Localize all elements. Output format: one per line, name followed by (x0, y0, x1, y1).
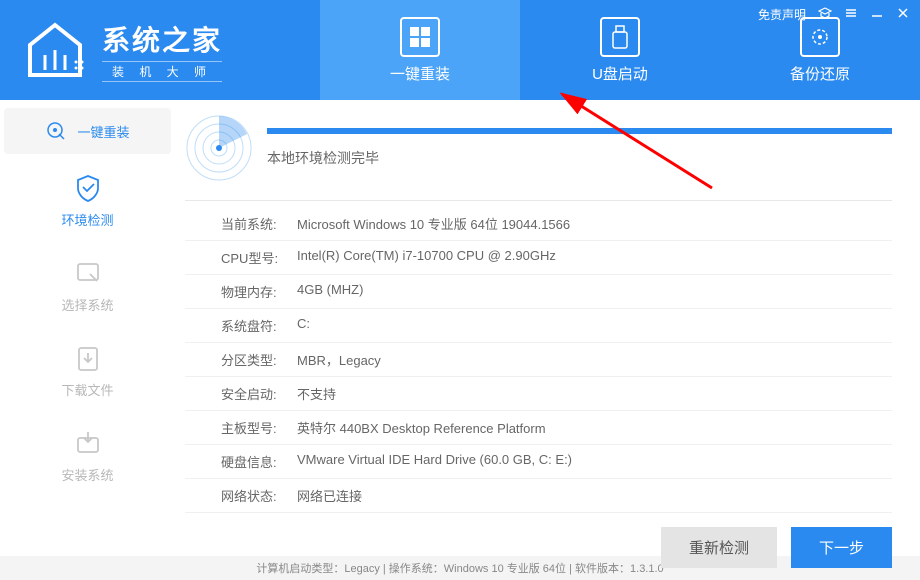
next-button[interactable]: 下一步 (791, 527, 892, 568)
main-content: 本地环境检测完毕 当前系统:Microsoft Windows 10 专业版 6… (175, 100, 920, 556)
sidebar-label: 安装系统 (61, 465, 113, 484)
sidebar-label: 一键重装 (77, 122, 129, 141)
info-label: 主板型号: (221, 418, 297, 437)
sidebar-item-detect[interactable]: 环境检测 (0, 158, 175, 243)
radar-icon (185, 114, 253, 182)
info-label: 网络状态: (221, 486, 297, 505)
window-controls: 免责声明 (758, 6, 910, 23)
info-row-memory: 物理内存:4GB (MHZ) (185, 275, 892, 309)
progress-bar (267, 128, 892, 134)
sidebar-item-install[interactable]: 一键重装 (4, 108, 171, 154)
sidebar-item-install-system[interactable]: 安装系统 (0, 413, 175, 498)
info-value: 4GB (MHZ) (297, 282, 363, 301)
usb-icon (600, 17, 640, 57)
menu-icon[interactable] (844, 6, 858, 23)
info-row-disk: 硬盘信息:VMware Virtual IDE Hard Drive (60.0… (185, 445, 892, 479)
download-icon (72, 342, 104, 374)
info-row-secureboot: 安全启动:不支持 (185, 377, 892, 411)
divider (185, 200, 892, 201)
info-label: 硬盘信息: (221, 452, 297, 471)
sidebar-label: 环境检测 (61, 210, 113, 229)
info-row-network: 网络状态:网络已连接 (185, 479, 892, 513)
target-icon (45, 120, 67, 142)
info-label: 安全启动: (221, 384, 297, 403)
info-row-os: 当前系统:Microsoft Windows 10 专业版 64位 19044.… (185, 207, 892, 241)
tab-usb-boot[interactable]: U盘启动 (520, 0, 720, 100)
info-value: 不支持 (297, 384, 336, 403)
info-row-partition: 分区类型:MBR，Legacy (185, 343, 892, 377)
sidebar: 一键重装 环境检测 选择系统 下载文件 安装系统 (0, 100, 175, 556)
shield-check-icon (72, 172, 104, 204)
sidebar-item-download[interactable]: 下载文件 (0, 328, 175, 413)
info-label: 物理内存: (221, 282, 297, 301)
info-row-drive: 系统盘符:C: (185, 309, 892, 343)
logo-icon (20, 20, 90, 80)
info-label: 当前系统: (221, 214, 297, 233)
logo-subtitle: 装 机 大 师 (102, 61, 222, 82)
minimize-icon[interactable] (870, 6, 884, 23)
graduation-icon[interactable] (818, 6, 832, 23)
install-icon (72, 427, 104, 459)
info-row-motherboard: 主板型号:英特尔 440BX Desktop Reference Platfor… (185, 411, 892, 445)
info-value: VMware Virtual IDE Hard Drive (60.0 GB, … (297, 452, 572, 471)
windows-icon (400, 17, 440, 57)
logo-section: 系统之家 装 机 大 师 (0, 19, 320, 82)
detect-title: 本地环境检测完毕 (267, 148, 892, 168)
sidebar-item-select[interactable]: 选择系统 (0, 243, 175, 328)
logo-title: 系统之家 (102, 19, 222, 59)
sidebar-label: 选择系统 (61, 295, 113, 314)
info-value: Intel(R) Core(TM) i7-10700 CPU @ 2.90GHz (297, 248, 556, 267)
select-icon (72, 257, 104, 289)
header: 系统之家 装 机 大 师 一键重装 U盘启动 备份还原 免责声明 (0, 0, 920, 100)
info-value: C: (297, 316, 310, 335)
disclaimer-link[interactable]: 免责声明 (758, 6, 806, 23)
tab-label: 备份还原 (790, 63, 850, 84)
info-row-cpu: CPU型号:Intel(R) Core(TM) i7-10700 CPU @ 2… (185, 241, 892, 275)
info-value: 网络已连接 (297, 486, 362, 505)
close-icon[interactable] (896, 6, 910, 23)
recheck-button[interactable]: 重新检测 (661, 527, 777, 568)
info-value: 英特尔 440BX Desktop Reference Platform (297, 418, 546, 437)
tab-one-click-install[interactable]: 一键重装 (320, 0, 520, 100)
info-label: 系统盘符: (221, 316, 297, 335)
sidebar-label: 下载文件 (61, 380, 113, 399)
tab-label: U盘启动 (592, 63, 648, 84)
tab-label: 一键重装 (390, 63, 450, 84)
info-value: MBR，Legacy (297, 350, 381, 369)
info-value: Microsoft Windows 10 专业版 64位 19044.1566 (297, 214, 570, 233)
info-label: CPU型号: (221, 248, 297, 267)
info-label: 分区类型: (221, 350, 297, 369)
